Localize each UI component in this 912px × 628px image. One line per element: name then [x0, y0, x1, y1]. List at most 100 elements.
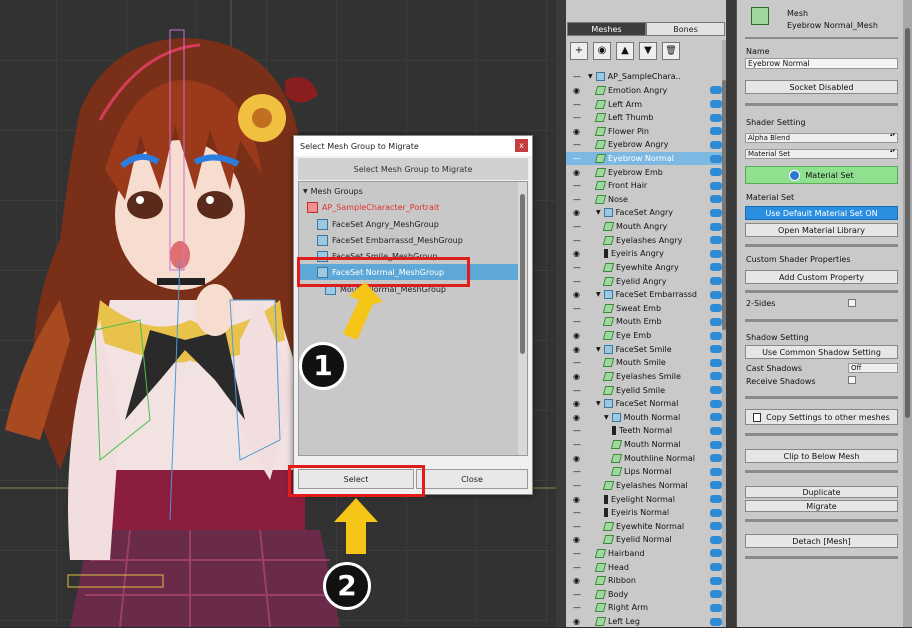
visibility-eye-icon[interactable]: ◉: [573, 331, 585, 340]
properties-scroll-thumb[interactable]: [905, 28, 910, 418]
two-sides-checkbox[interactable]: [848, 299, 856, 307]
open-material-library-button[interactable]: Open Material Library: [745, 223, 898, 237]
render-status-icon[interactable]: [710, 508, 722, 517]
migrate-button[interactable]: Migrate: [745, 500, 898, 512]
outliner-row-selected[interactable]: — Eyebrow Normal: [566, 151, 726, 166]
outliner-row[interactable]: ◉ ▼ FaceSet Embarrassd: [566, 288, 726, 302]
visibility-eye-icon[interactable]: ◉: [573, 249, 585, 258]
outliner-scrollbar[interactable]: [722, 40, 726, 627]
visibility-eye-icon[interactable]: —: [573, 426, 585, 435]
outliner-row[interactable]: ◉ ▼ FaceSet Smile: [566, 342, 726, 356]
mesh-group-item[interactable]: FaceSet Embarrassd_MeshGroup: [299, 232, 520, 248]
outliner-row[interactable]: — Hairband: [566, 547, 726, 561]
material-set-button[interactable]: Material Set: [745, 166, 898, 184]
outliner-row[interactable]: ◉ Eye Emb: [566, 329, 726, 343]
outliner-row[interactable]: — Mouth Emb: [566, 315, 726, 329]
tab-bones[interactable]: Bones: [646, 22, 725, 36]
visibility-eye-icon[interactable]: ◉: [573, 535, 585, 544]
render-status-icon[interactable]: [710, 345, 722, 354]
outliner-row[interactable]: — Eyewhite Angry: [566, 261, 726, 275]
render-status-icon[interactable]: [710, 317, 722, 326]
outliner-row[interactable]: ◉ Emotion Angry: [566, 84, 726, 98]
shader-mode-select[interactable]: Material Set: [745, 149, 898, 159]
visibility-eye-icon[interactable]: —: [573, 263, 585, 272]
outliner-row[interactable]: — Left Thumb: [566, 111, 726, 125]
render-status-icon[interactable]: [710, 535, 722, 544]
render-status-icon[interactable]: [710, 113, 722, 122]
render-status-icon[interactable]: [710, 413, 722, 422]
render-status-icon[interactable]: [710, 522, 722, 531]
render-status-icon[interactable]: [710, 127, 722, 136]
render-status-icon[interactable]: [710, 208, 722, 217]
render-status-icon[interactable]: [710, 563, 722, 572]
outliner-row[interactable]: — Body: [566, 588, 726, 602]
visibility-eye-icon[interactable]: —: [573, 304, 585, 313]
render-status-icon[interactable]: [710, 358, 722, 367]
render-status-icon[interactable]: [710, 549, 722, 558]
render-status-icon[interactable]: [710, 168, 722, 177]
move-down-button[interactable]: ▼: [639, 42, 657, 60]
visibility-eye-icon[interactable]: —: [573, 508, 585, 517]
duplicate-button[interactable]: Duplicate: [745, 486, 898, 498]
visibility-eye-icon[interactable]: —: [573, 154, 585, 163]
outliner-row[interactable]: ◉ ▼ Mouth Normal: [566, 411, 726, 425]
render-status-icon[interactable]: [710, 277, 722, 286]
move-up-button[interactable]: ▲: [616, 42, 634, 60]
visibility-eye-icon[interactable]: ◉: [573, 345, 585, 354]
socket-button[interactable]: Socket Disabled: [745, 80, 898, 94]
outliner-row[interactable]: ◉ Ribbon: [566, 574, 726, 588]
visibility-eye-icon[interactable]: ◉: [573, 576, 585, 585]
outliner-row[interactable]: — Mouth Normal: [566, 438, 726, 452]
expand-triangle-icon[interactable]: ▼: [604, 414, 609, 421]
copy-settings-button[interactable]: Copy Settings to other meshes: [745, 409, 898, 425]
outliner-row[interactable]: ◉ Eyelashes Smile: [566, 370, 726, 384]
add-mesh-button[interactable]: +: [570, 42, 588, 60]
outliner-row[interactable]: — ▼ AP_SampleChara..: [566, 70, 726, 84]
tab-meshes[interactable]: Meshes: [567, 22, 646, 36]
visibility-eye-icon[interactable]: ◉: [573, 454, 585, 463]
outliner-scroll-thumb[interactable]: [722, 80, 726, 330]
dialog-close-icon[interactable]: x: [515, 139, 528, 152]
render-status-icon[interactable]: [710, 249, 722, 258]
render-status-icon[interactable]: [710, 590, 722, 599]
outliner-row[interactable]: — Teeth Normal: [566, 424, 726, 438]
outliner-row[interactable]: — Eyelid Angry: [566, 274, 726, 288]
shader-blend-select[interactable]: Alpha Blend: [745, 133, 898, 143]
visibility-eye-icon[interactable]: ◉: [573, 290, 585, 299]
properties-scrollbar[interactable]: [903, 0, 912, 627]
visibility-eye-icon[interactable]: —: [573, 467, 585, 476]
outliner-row[interactable]: — Eyelashes Normal: [566, 479, 726, 493]
render-status-icon[interactable]: [710, 154, 722, 163]
visibility-eye-icon[interactable]: —: [573, 140, 585, 149]
outliner-row[interactable]: — Mouth Smile: [566, 356, 726, 370]
visibility-eye-icon[interactable]: —: [573, 481, 585, 490]
render-status-icon[interactable]: [710, 440, 722, 449]
render-status-icon[interactable]: [710, 236, 722, 245]
name-field[interactable]: Eyebrow Normal: [745, 58, 898, 69]
cast-shadows-select[interactable]: Off: [848, 363, 898, 373]
render-status-icon[interactable]: [710, 467, 722, 476]
visibility-eye-icon[interactable]: —: [573, 317, 585, 326]
layer-button[interactable]: ◉: [593, 42, 611, 60]
outliner-row[interactable]: ◉ Left Leg: [566, 615, 726, 628]
visibility-eye-icon[interactable]: ◉: [573, 413, 585, 422]
visibility-eye-icon[interactable]: —: [573, 222, 585, 231]
clip-to-below-button[interactable]: Clip to Below Mesh: [745, 449, 898, 463]
outliner-row[interactable]: ◉ Eyelight Normal: [566, 492, 726, 506]
render-status-icon[interactable]: [710, 222, 722, 231]
outliner-row[interactable]: ◉ Flower Pin: [566, 124, 726, 138]
outliner-row[interactable]: — Eyelashes Angry: [566, 233, 726, 247]
render-status-icon[interactable]: [710, 86, 722, 95]
outliner-row[interactable]: — Sweat Emb: [566, 302, 726, 316]
render-status-icon[interactable]: [710, 399, 722, 408]
visibility-eye-icon[interactable]: —: [573, 603, 585, 612]
outliner-row[interactable]: — Nose: [566, 193, 726, 207]
visibility-eye-icon[interactable]: ◉: [573, 372, 585, 381]
detach-mesh-button[interactable]: Detach [Mesh]: [745, 534, 898, 548]
close-button[interactable]: Close: [416, 469, 528, 489]
visibility-eye-icon[interactable]: ◉: [573, 399, 585, 408]
expand-triangle-icon[interactable]: ▼: [596, 400, 601, 407]
visibility-eye-icon[interactable]: ◉: [573, 127, 585, 136]
outliner-row[interactable]: — Eyewhite Normal: [566, 519, 726, 533]
expand-triangle-icon[interactable]: ▼: [588, 73, 593, 80]
